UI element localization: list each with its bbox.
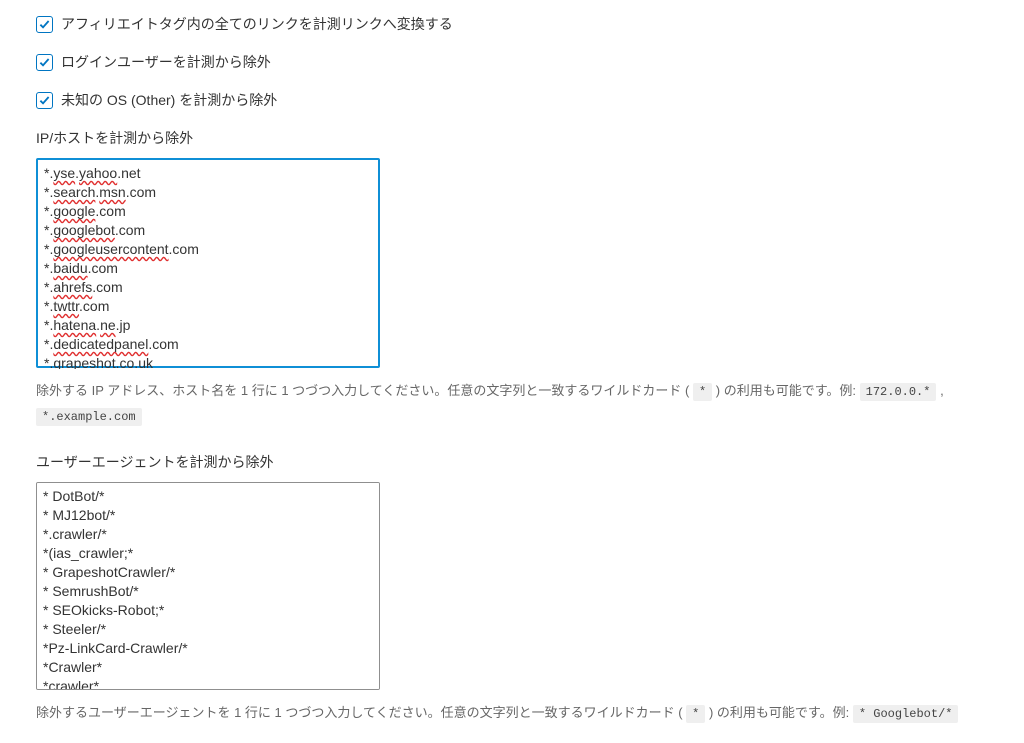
checkbox-unknown-os-label: 未知の OS (Other) を計測から除外: [61, 90, 277, 110]
checkbox-affiliate-label: アフィリエイトタグ内の全てのリンクを計測リンクへ変換する: [61, 14, 453, 34]
ip-host-help-ex2: *.example.com: [36, 408, 142, 426]
checkbox-unknown-os[interactable]: [36, 92, 53, 109]
ip-host-help-sep: ,: [936, 383, 943, 398]
checkbox-row-loggedin: ログインユーザーを計測から除外: [36, 52, 992, 72]
ip-host-label: IP/ホストを計測から除外: [36, 128, 992, 148]
ip-host-textarea-wrap: *.yse.yahoo.net*.search.msn.com*.google.…: [36, 158, 380, 371]
ua-textarea[interactable]: [36, 482, 380, 690]
check-icon: [39, 19, 50, 30]
ua-help-ex1: * Googlebot/*: [853, 705, 959, 723]
check-icon: [39, 95, 50, 106]
ua-help-mid: ) の利用も可能です。例:: [705, 705, 852, 720]
ip-host-help-mid: ) の利用も可能です。例:: [712, 383, 859, 398]
checkbox-affiliate[interactable]: [36, 16, 53, 33]
check-icon: [39, 57, 50, 68]
ip-host-help: 除外する IP アドレス、ホスト名を 1 行に 1 つづつ入力してください。任意…: [36, 379, 992, 428]
checkbox-loggedin[interactable]: [36, 54, 53, 71]
checkbox-loggedin-label: ログインユーザーを計測から除外: [61, 52, 271, 72]
checkbox-row-unknown-os: 未知の OS (Other) を計測から除外: [36, 90, 992, 110]
ip-host-help-pre: 除外する IP アドレス、ホスト名を 1 行に 1 つづつ入力してください。任意…: [36, 383, 693, 398]
ip-host-help-ex1: 172.0.0.*: [860, 383, 937, 401]
ip-host-help-wildcard: *: [693, 383, 712, 401]
ua-help-wildcard: *: [686, 705, 705, 723]
ip-host-textarea[interactable]: [36, 158, 380, 368]
ua-label: ユーザーエージェントを計測から除外: [36, 452, 992, 472]
checkbox-row-affiliate: アフィリエイトタグ内の全てのリンクを計測リンクへ変換する: [36, 14, 992, 34]
ua-help: 除外するユーザーエージェントを 1 行に 1 つづつ入力してください。任意の文字…: [36, 701, 992, 726]
ua-help-pre: 除外するユーザーエージェントを 1 行に 1 つづつ入力してください。任意の文字…: [36, 705, 686, 720]
